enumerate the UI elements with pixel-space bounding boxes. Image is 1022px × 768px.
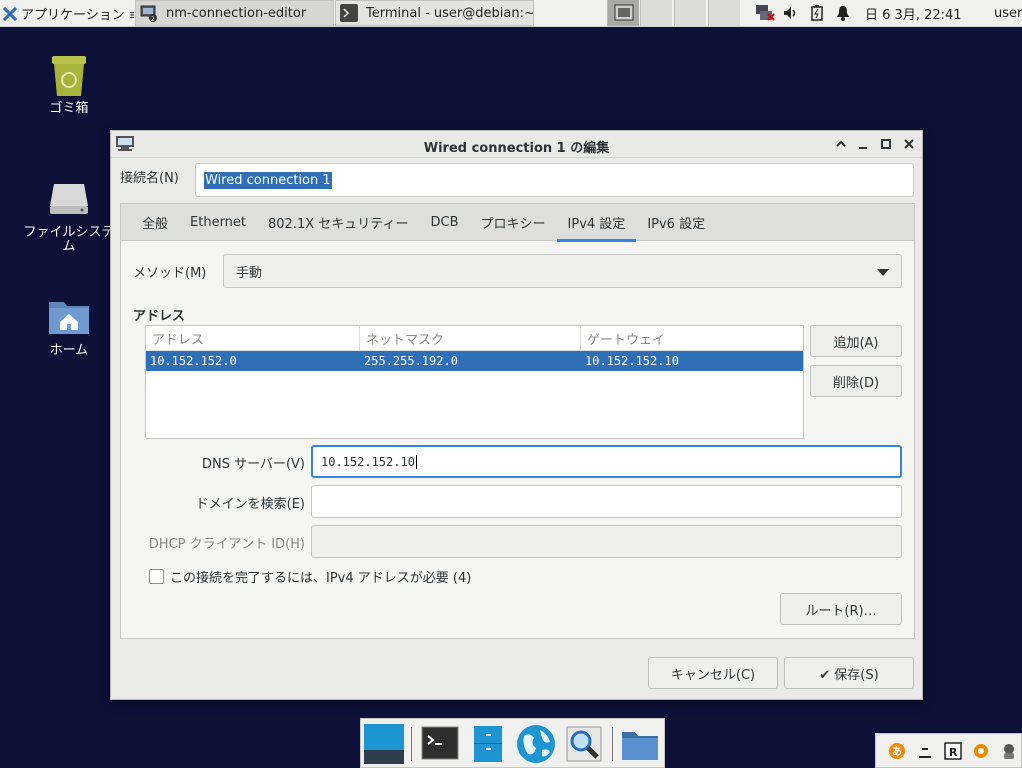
applications-menu[interactable]: アプリケーション ≡ <box>0 0 134 27</box>
search-domain-input[interactable] <box>311 485 902 518</box>
workspace-1[interactable] <box>607 0 639 26</box>
workspace-3[interactable] <box>674 0 706 26</box>
user-menu[interactable]: user <box>994 0 1022 26</box>
dock-separator <box>612 727 613 761</box>
terminal-launcher-icon[interactable] <box>420 724 460 764</box>
routes-button[interactable]: ルート(R)… <box>780 593 902 625</box>
column-header-address[interactable]: アドレス <box>146 326 360 350</box>
tab-8021x-security[interactable]: 802.1X セキュリティー <box>257 204 419 241</box>
tab-ipv4-settings[interactable]: IPv4 設定 <box>556 204 637 242</box>
method-label: メソッド(M) <box>133 266 207 281</box>
tab-dcb[interactable]: DCB <box>420 204 470 241</box>
checkbox-box[interactable] <box>149 569 164 584</box>
cancel-button[interactable]: キャンセル(C) <box>648 657 778 689</box>
task-terminal[interactable]: Terminal - user@debian:~ <box>335 0 534 26</box>
web-browser-launcher-icon[interactable] <box>516 724 556 764</box>
hard-drive-icon <box>46 176 92 222</box>
notification-bell-icon[interactable] <box>835 4 851 22</box>
task-nm-connection-editor[interactable]: 2 nm-connection-editor <box>135 0 334 26</box>
home-folder-icon <box>46 294 92 340</box>
minimize-button[interactable] <box>855 136 871 152</box>
require-ipv4-label: この接続を完了するには、IPv4 アドレスが必要 (4) <box>170 571 472 586</box>
svg-text:2: 2 <box>151 16 155 22</box>
registered-icon[interactable]: R <box>944 742 962 760</box>
mascot-icon[interactable] <box>1000 742 1018 760</box>
keyboard-mode-icon[interactable] <box>916 742 934 760</box>
add-address-button[interactable]: 追加(A) <box>810 325 902 357</box>
address-table[interactable]: アドレス ネットマスク ゲートウェイ 10.152.152.0 255.255.… <box>145 325 804 439</box>
window-title: Wired connection 1 の編集 <box>423 141 610 156</box>
desktop-icon-home[interactable]: ホーム <box>19 294 119 358</box>
desktop-icon-label: ホーム <box>49 343 89 358</box>
applications-menu-label: アプリケーション ≡ <box>21 8 134 23</box>
task-label: Terminal - user@debian:~ <box>366 5 534 21</box>
search-launcher-icon[interactable] <box>564 724 604 764</box>
tab-general[interactable]: 全般 <box>131 204 179 241</box>
connection-editor-dialog: Wired connection 1 の編集 接続名(N) Wired conn… <box>110 130 923 700</box>
search-domain-label: ドメインを検索(E) <box>195 497 305 512</box>
xfce-logo-icon <box>2 6 18 21</box>
dock-separator <box>411 727 412 761</box>
workspace-4[interactable] <box>708 0 740 26</box>
tab-bar: 全般 Ethernet 802.1X セキュリティー DCB プロキシー IPv… <box>121 204 914 242</box>
tab-proxy[interactable]: プロキシー <box>470 204 557 241</box>
cell-gateway[interactable]: 10.152.152.10 <box>581 351 803 371</box>
top-panel: アプリケーション ≡ 2 nm-connection-editor Termin… <box>0 0 1022 27</box>
clock[interactable]: 日 6 3月, 22:41 <box>865 0 962 26</box>
terminal-icon <box>340 4 358 22</box>
network-status-icon[interactable] <box>754 4 776 22</box>
trash-icon <box>46 52 92 98</box>
title-bar[interactable]: Wired connection 1 の編集 <box>111 131 922 158</box>
dropdown-arrow-icon <box>877 269 889 276</box>
svg-text:あ: あ <box>892 745 902 758</box>
column-header-gateway[interactable]: ゲートウェイ <box>581 326 803 350</box>
column-header-netmask[interactable]: ネットマスク <box>360 326 581 350</box>
settings-notebook: 全般 Ethernet 802.1X セキュリティー DCB プロキシー IPv… <box>120 203 915 639</box>
tab-ipv6-settings[interactable]: IPv6 設定 <box>636 204 716 241</box>
method-dropdown[interactable]: 手動 <box>223 254 902 288</box>
folder-launcher-icon[interactable] <box>620 724 660 764</box>
delete-address-button[interactable]: 削除(D) <box>810 365 902 397</box>
task-label: nm-connection-editor <box>166 5 307 21</box>
battery-icon[interactable] <box>809 4 825 22</box>
desktop-icon-filesystem[interactable]: ファイルシステム <box>19 176 119 254</box>
cell-netmask[interactable]: 255.255.192.0 <box>360 351 581 371</box>
text-caret <box>415 454 417 469</box>
address-section-title: アドレス <box>133 309 186 324</box>
desktop-icon-trash[interactable]: ゴミ箱 <box>19 52 119 116</box>
require-ipv4-checkbox[interactable]: この接続を完了するには、IPv4 アドレスが必要 (4) <box>149 567 471 586</box>
dhcp-client-id-label: DHCP クライアント ID(H) <box>148 537 305 552</box>
dns-server-input[interactable]: 10.152.152.10 <box>311 445 902 478</box>
file-manager-launcher-icon[interactable] <box>468 724 508 764</box>
method-value: 手動 <box>236 265 263 281</box>
dock <box>360 718 665 768</box>
show-desktop-icon[interactable] <box>364 724 404 764</box>
table-header: アドレス ネットマスク ゲートウェイ <box>146 326 803 351</box>
maximize-button[interactable] <box>878 136 894 152</box>
desktop-icon-label: ファイルシステム <box>23 225 115 254</box>
save-button[interactable]: ✔ 保存(S) <box>784 657 914 689</box>
connection-name-label: 接続名(N) <box>120 171 179 186</box>
shade-button[interactable] <box>833 136 849 152</box>
connection-name-value: Wired connection 1 <box>204 171 332 189</box>
volume-icon[interactable] <box>781 4 799 22</box>
network-connection-icon: 2 <box>140 4 158 23</box>
desktop-icon-label: ゴミ箱 <box>49 101 89 116</box>
dns-server-value: 10.152.152.10 <box>321 454 415 469</box>
cell-address[interactable]: 10.152.152.0 <box>146 351 360 371</box>
dhcp-client-id-input <box>311 525 902 558</box>
connection-name-input[interactable]: Wired connection 1 <box>195 163 914 197</box>
workspace-2[interactable] <box>640 0 672 26</box>
settings-gear-icon[interactable] <box>972 742 990 760</box>
close-button[interactable] <box>901 136 917 152</box>
input-method-icon[interactable]: あ <box>888 742 906 760</box>
secondary-tray: あ R <box>875 733 1022 768</box>
tab-ethernet[interactable]: Ethernet <box>179 204 257 241</box>
dns-server-label: DNS サーバー(V) <box>201 457 305 472</box>
svg-text:R: R <box>949 746 958 759</box>
table-row[interactable]: 10.152.152.0 255.255.192.0 10.152.152.10 <box>146 351 803 371</box>
